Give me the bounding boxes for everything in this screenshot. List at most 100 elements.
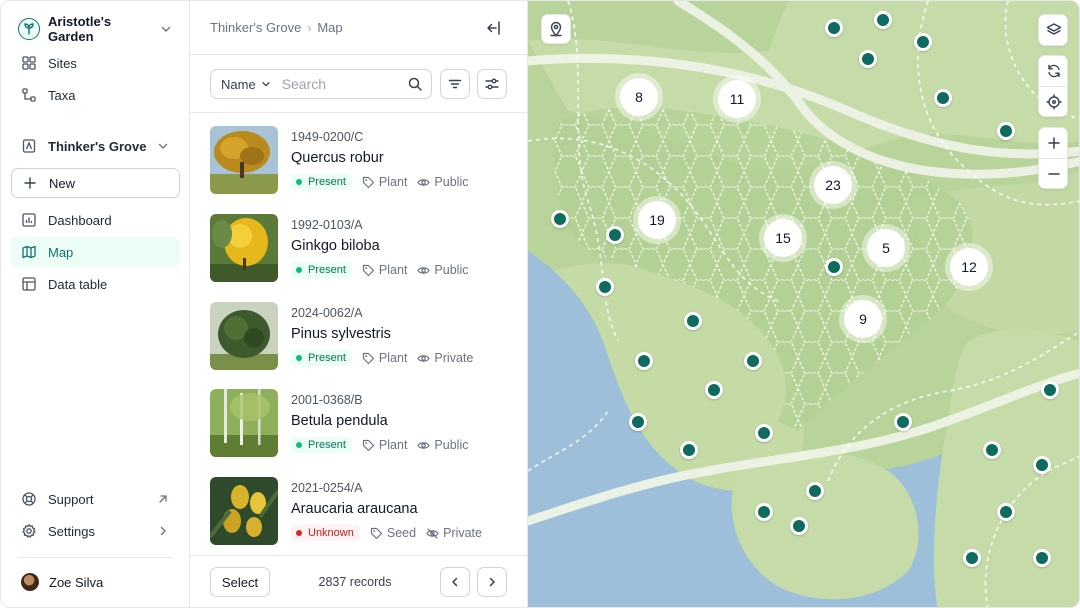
plant-marker[interactable] xyxy=(755,424,773,442)
cluster-marker[interactable]: 15 xyxy=(764,219,802,257)
previous-page-button[interactable] xyxy=(440,567,470,597)
view-control xyxy=(1038,55,1068,117)
plant-marker[interactable] xyxy=(596,278,614,296)
list-item[interactable]: 1992-0103/A Ginkgo biloba Present Plant … xyxy=(210,214,510,282)
plant-marker[interactable] xyxy=(825,19,843,37)
cluster-marker[interactable]: 19 xyxy=(638,201,676,239)
sidebar-item-label: Sites xyxy=(48,55,77,71)
search-icon[interactable] xyxy=(407,76,423,92)
search-input[interactable] xyxy=(281,76,400,92)
sidebar-item-taxa[interactable]: Taxa xyxy=(11,80,180,110)
plant-marker[interactable] xyxy=(825,258,843,276)
cluster-marker[interactable]: 23 xyxy=(814,166,852,204)
cluster-marker[interactable]: 9 xyxy=(844,300,882,338)
reset-bearing-button[interactable] xyxy=(1039,56,1067,86)
record-taxon: Ginkgo biloba xyxy=(291,238,380,254)
plant-marker[interactable] xyxy=(963,549,981,567)
zoom-in-button[interactable] xyxy=(1039,128,1067,158)
org-switcher[interactable]: Aristotle's Garden xyxy=(18,14,173,44)
cluster-marker[interactable]: 5 xyxy=(867,229,905,267)
record-type: Plant xyxy=(362,438,407,452)
sidebar-item-label: Data table xyxy=(48,276,108,292)
search-bar: Name xyxy=(210,69,432,99)
plant-marker[interactable] xyxy=(859,50,877,68)
locate-me-button[interactable] xyxy=(1039,86,1067,116)
grid-icon xyxy=(22,56,36,70)
plant-marker[interactable] xyxy=(997,122,1015,140)
record-thumbnail xyxy=(210,302,278,370)
record-type: Seed xyxy=(370,526,416,540)
plant-marker[interactable] xyxy=(1033,549,1051,567)
record-accession: 1992-0103/A xyxy=(291,218,363,232)
plant-marker[interactable] xyxy=(1041,381,1059,399)
plus-icon xyxy=(1048,137,1060,149)
record-visibility: Private xyxy=(417,351,473,365)
refresh-icon xyxy=(1048,64,1060,78)
plant-marker[interactable] xyxy=(606,226,624,244)
next-page-button[interactable] xyxy=(477,567,507,597)
record-thumbnail xyxy=(210,214,278,282)
collapse-panel-icon[interactable] xyxy=(485,19,503,37)
records-panel: Thinker's Grove › Map Name Search 1949-0… xyxy=(190,1,528,607)
site-group-header[interactable]: Thinker's Grove xyxy=(11,131,180,161)
layers-button[interactable] xyxy=(1039,15,1067,45)
sidebar-item-data-table[interactable]: Data table xyxy=(11,269,180,299)
cluster-marker[interactable]: 8 xyxy=(620,78,658,116)
sidebar-item-dashboard[interactable]: Dashboard xyxy=(11,205,180,235)
map-pin-icon xyxy=(550,21,562,37)
chevron-right-icon xyxy=(489,577,495,587)
plant-marker[interactable] xyxy=(680,441,698,459)
breadcrumb-site[interactable]: Thinker's Grove xyxy=(210,20,301,35)
new-button[interactable]: New xyxy=(11,168,180,198)
avatar xyxy=(21,573,39,591)
plant-marker[interactable] xyxy=(1033,456,1051,474)
plant-marker[interactable] xyxy=(684,312,702,330)
plant-marker[interactable] xyxy=(874,11,892,29)
list-item[interactable]: 1949-0200/C Quercus robur Present Plant … xyxy=(210,126,510,194)
eye-icon xyxy=(417,441,431,449)
status-badge: Unknown xyxy=(291,525,360,541)
filter-button[interactable] xyxy=(440,69,470,99)
list-item[interactable]: 2021-0254/A Araucaria araucana Unknown S… xyxy=(210,477,510,545)
plant-marker[interactable] xyxy=(551,210,569,228)
view-options-button[interactable] xyxy=(477,69,507,99)
location-pin-button[interactable] xyxy=(541,14,571,44)
plant-marker[interactable] xyxy=(755,503,773,521)
cluster-marker[interactable]: 11 xyxy=(718,80,756,118)
plant-marker[interactable] xyxy=(629,413,647,431)
eye-icon xyxy=(417,354,431,362)
sidebar-item-sites[interactable]: Sites xyxy=(11,48,180,78)
select-button[interactable]: Select xyxy=(210,567,270,597)
plant-marker[interactable] xyxy=(635,352,653,370)
sidebar-item-settings[interactable]: Settings xyxy=(11,516,180,546)
plant-marker[interactable] xyxy=(790,517,808,535)
sidebar-item-support[interactable]: Support xyxy=(11,484,180,514)
cluster-marker[interactable]: 12 xyxy=(950,248,988,286)
record-accession: 2001-0368/B xyxy=(291,393,363,407)
zoom-out-button[interactable] xyxy=(1039,158,1067,188)
record-accession: 2024-0062/A xyxy=(291,306,363,320)
chevron-down-icon xyxy=(158,143,168,149)
plant-marker[interactable] xyxy=(997,503,1015,521)
map-icon xyxy=(22,245,36,259)
user-menu[interactable]: Zoe Silva xyxy=(21,573,103,591)
sliders-icon xyxy=(485,78,499,90)
plant-marker[interactable] xyxy=(806,482,824,500)
map-basemap xyxy=(528,1,1079,607)
chevron-down-icon xyxy=(262,82,270,87)
plant-marker[interactable] xyxy=(983,441,1001,459)
app-window: Aristotle's Garden Sites Taxa Thinker's … xyxy=(0,0,1080,608)
plant-marker[interactable] xyxy=(894,413,912,431)
lifebuoy-icon xyxy=(22,492,36,506)
panel-divider xyxy=(190,555,527,556)
list-item[interactable]: 2024-0062/A Pinus sylvestris Present Pla… xyxy=(210,302,510,370)
plant-marker[interactable] xyxy=(914,33,932,51)
list-item[interactable]: 2001-0368/B Betula pendula Present Plant… xyxy=(210,389,510,457)
plant-marker[interactable] xyxy=(744,352,762,370)
plant-marker[interactable] xyxy=(934,89,952,107)
plant-marker[interactable] xyxy=(705,381,723,399)
tag-icon xyxy=(362,176,375,188)
sidebar-item-map[interactable]: Map xyxy=(11,237,180,267)
map-view[interactable]: 8 11 23 19 15 5 12 9 xyxy=(528,1,1079,607)
search-field-select[interactable]: Name xyxy=(211,70,272,98)
